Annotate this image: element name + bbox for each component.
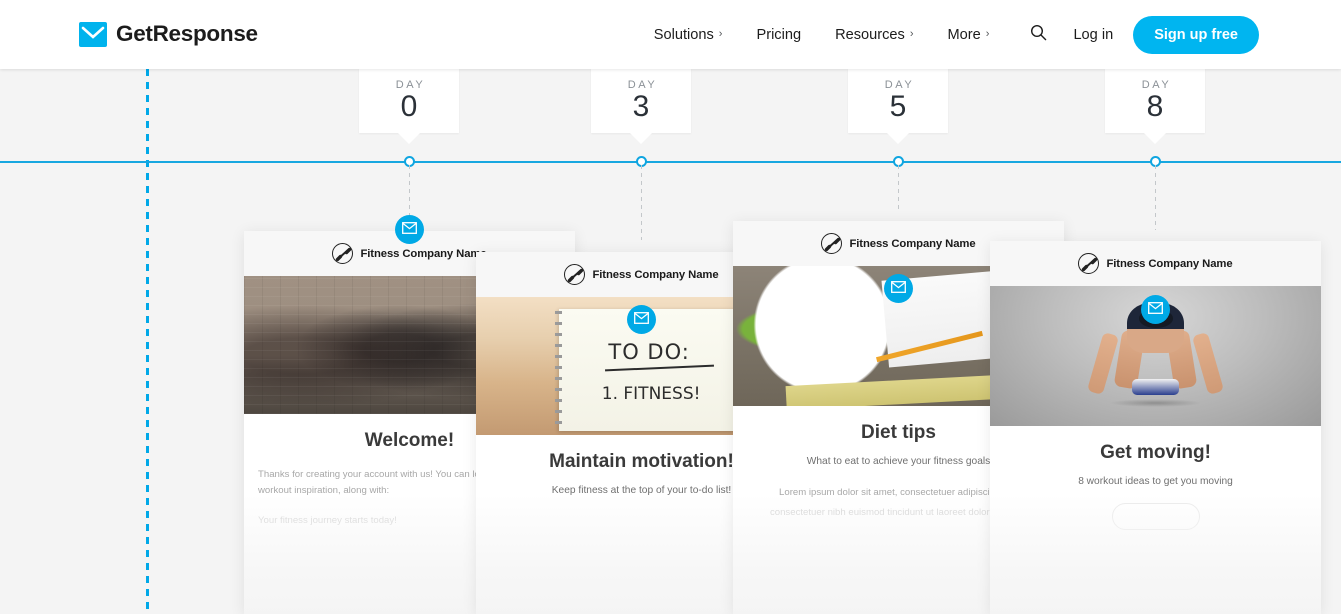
day-number: 0 xyxy=(400,90,418,123)
figure-shadow xyxy=(1109,398,1202,407)
nav-label: Solutions xyxy=(653,26,714,43)
chevron-right-icon: › xyxy=(985,28,990,40)
email-company-name: Fitness Company Name xyxy=(1106,257,1233,270)
day-card-pointer xyxy=(630,133,652,144)
day-card-5[interactable]: DAY 5 xyxy=(848,69,948,144)
day-number: 8 xyxy=(1146,90,1164,123)
day-card-pointer xyxy=(398,133,420,144)
search-icon xyxy=(1030,24,1047,46)
login-link[interactable]: Log in xyxy=(1061,0,1129,69)
figure-arm-left xyxy=(1086,332,1119,396)
nav-item-solutions[interactable]: Solutions › xyxy=(637,0,740,69)
left-dashed-guide xyxy=(146,69,149,614)
envelope-icon xyxy=(634,311,649,329)
nav-item-more[interactable]: More › xyxy=(931,0,1007,69)
spiral-binding-graphic xyxy=(555,310,563,430)
day-card-8[interactable]: DAY 8 xyxy=(1105,69,1205,144)
envelope-badge-3[interactable] xyxy=(627,305,656,334)
site-header: GetResponse Solutions › Pricing Resource… xyxy=(0,0,1341,69)
envelope-icon xyxy=(402,221,417,239)
day-card-3[interactable]: DAY 3 xyxy=(591,69,691,144)
dumbbell-circle-icon xyxy=(332,243,354,264)
hero-text-fitness: 1. FITNESS! xyxy=(601,383,701,404)
email-company-name: Fitness Company Name xyxy=(849,237,976,250)
email-subtitle: 8 workout ideas to get you moving xyxy=(1078,475,1233,487)
figure-arm-right xyxy=(1192,332,1225,396)
dumbbell-circle-icon xyxy=(821,233,843,254)
chevron-right-icon: › xyxy=(718,28,723,40)
day-number: 3 xyxy=(632,90,650,123)
envelope-icon xyxy=(1148,301,1163,319)
campaign-timeline-stage: DAY 0 DAY 3 DAY 5 DAY 8 Fitness Company … xyxy=(0,69,1341,614)
connector-8 xyxy=(1155,165,1156,230)
day-card-pointer xyxy=(887,133,909,144)
envelope-badge-8[interactable] xyxy=(1141,295,1170,324)
connector-5 xyxy=(898,165,899,211)
nav-label: Resources xyxy=(835,26,905,43)
timeline-axis xyxy=(0,161,1341,163)
day-number: 5 xyxy=(889,90,907,123)
email-cta-button[interactable] xyxy=(1111,503,1200,531)
search-button[interactable] xyxy=(1006,0,1061,69)
email-card-header: Fitness Company Name xyxy=(990,241,1321,286)
chevron-right-icon: › xyxy=(909,28,914,40)
hero-text-todo: TO DO: xyxy=(608,339,690,364)
brand-name: GetResponse xyxy=(116,21,258,47)
nav-label: Pricing xyxy=(756,26,802,43)
day-card-pointer xyxy=(1144,133,1166,144)
nav-label: More xyxy=(947,26,981,43)
connector-3 xyxy=(641,165,642,240)
dumbbell-circle-icon xyxy=(564,264,586,285)
signup-free-button[interactable]: Sign up free xyxy=(1133,15,1259,54)
main-nav: Solutions › Pricing Resources › More › L… xyxy=(637,0,1259,69)
connector-0 xyxy=(409,165,410,219)
envelope-badge-0[interactable] xyxy=(395,215,424,244)
nav-item-resources[interactable]: Resources › xyxy=(818,0,930,69)
figure-shoes xyxy=(1132,379,1179,395)
envelope-icon xyxy=(891,280,906,298)
brand-logo[interactable]: GetResponse xyxy=(79,22,258,47)
nav-item-pricing[interactable]: Pricing xyxy=(739,0,818,69)
email-company-name: Fitness Company Name xyxy=(592,268,719,281)
day-card-0[interactable]: DAY 0 xyxy=(359,69,459,144)
email-title: Get moving! xyxy=(1100,442,1211,463)
envelope-badge-5[interactable] xyxy=(884,274,913,303)
email-card-body: Get moving! 8 workout ideas to get you m… xyxy=(990,426,1321,531)
dumbbell-circle-icon xyxy=(1078,253,1100,274)
email-company-name: Fitness Company Name xyxy=(360,247,487,260)
envelope-logo-icon xyxy=(79,22,107,47)
